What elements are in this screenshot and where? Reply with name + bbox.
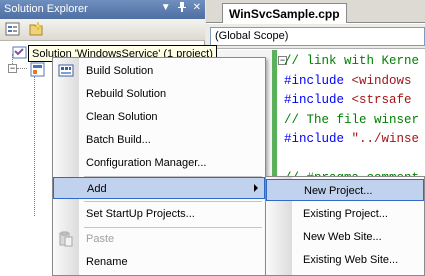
menu-item-paste[interactable]: Paste — [53, 228, 265, 250]
submenu-item-new-project[interactable]: New Project... — [266, 179, 424, 201]
close-icon[interactable]: ✕ — [193, 2, 201, 15]
editor-tab-strip: WinSvcSample.cpp — [206, 0, 425, 23]
code-token: #include — [284, 93, 352, 107]
build-icon — [58, 63, 74, 79]
menu-separator — [84, 201, 262, 202]
code-line[interactable] — [284, 150, 419, 170]
solution-context-menu: Build Solution Rebuild Solution Clean So… — [52, 57, 266, 276]
menu-item-label: Rename — [86, 256, 128, 268]
menu-item-build-solution[interactable]: Build Solution — [53, 60, 265, 82]
code-line[interactable]: #include <strsafe — [284, 91, 419, 111]
menu-item-label: Paste — [86, 233, 115, 245]
menu-item-label: Batch Build... — [86, 134, 151, 146]
code-line[interactable]: #include "../winse — [284, 130, 419, 150]
menu-item-label: Rebuild Solution — [86, 88, 167, 100]
menu-item-set-startup-projects[interactable]: Set StartUp Projects... — [53, 203, 265, 225]
code-token: // link with Kerne — [284, 54, 420, 68]
code-line[interactable]: // link with Kerne — [284, 52, 419, 72]
menu-item-label: Build Solution — [86, 65, 154, 77]
submenu-item-existing-project[interactable]: Existing Project... — [266, 203, 424, 225]
menu-item-label: Existing Web Site... — [303, 254, 399, 266]
solution-explorer-title: Solution Explorer — [4, 3, 88, 15]
menu-item-add[interactable]: Add — [53, 177, 265, 199]
dropdown-icon[interactable]: ▼ — [161, 2, 171, 15]
menu-item-label: New Web Site... — [303, 231, 382, 243]
solution-explorer-title-bar: Solution Explorer ▼ ✕ — [0, 0, 205, 19]
code-token: <strsafe — [351, 93, 412, 107]
show-all-files-icon[interactable] — [28, 21, 44, 37]
properties-icon[interactable] — [5, 22, 21, 37]
code-token: #include — [284, 132, 352, 146]
menu-item-label: New Project... — [304, 185, 373, 197]
project-icon — [30, 62, 46, 81]
code-line[interactable]: // The file winser — [284, 111, 419, 131]
solution-explorer-toolbar — [0, 19, 205, 41]
code-token: "../winse — [351, 132, 420, 146]
code-token: #include — [284, 73, 352, 88]
paste-icon — [58, 231, 74, 247]
submenu-arrow-icon — [254, 184, 258, 192]
solution-icon — [12, 45, 28, 64]
menu-item-clean-solution[interactable]: Clean Solution — [53, 106, 265, 128]
menu-item-rename[interactable]: Rename — [53, 251, 265, 273]
tree-connector — [34, 76, 35, 216]
menu-item-rebuild-solution[interactable]: Rebuild Solution — [53, 83, 265, 105]
code-text[interactable]: // link with Kerne #include <windows #incl… — [284, 52, 419, 189]
menu-item-label: Add — [87, 183, 107, 195]
code-line[interactable]: #include <windows — [284, 72, 419, 92]
menu-item-label: Clean Solution — [86, 111, 158, 123]
tab-winsvcsample[interactable]: WinSvcSample.cpp — [222, 3, 347, 23]
scope-bar: (Global Scope) — [206, 24, 425, 49]
submenu-item-existing-web-site[interactable]: Existing Web Site... — [266, 249, 424, 271]
menu-item-batch-build[interactable]: Batch Build... — [53, 129, 265, 151]
menu-item-configuration-manager[interactable]: Configuration Manager... — [53, 152, 265, 174]
submenu-item-new-web-site[interactable]: New Web Site... — [266, 226, 424, 248]
add-submenu: New Project... Existing Project... New W… — [265, 176, 425, 276]
code-token: <windows — [351, 73, 412, 88]
code-token: // The file winser — [284, 112, 420, 127]
menu-item-label: Set StartUp Projects... — [86, 208, 195, 220]
scope-dropdown[interactable]: (Global Scope) — [210, 27, 425, 46]
menu-item-label: Existing Project... — [303, 208, 388, 220]
pin-icon[interactable] — [177, 2, 186, 15]
tree-connector — [17, 68, 27, 69]
menu-item-label: Configuration Manager... — [86, 157, 207, 169]
collapse-expander-icon[interactable]: − — [8, 64, 17, 73]
